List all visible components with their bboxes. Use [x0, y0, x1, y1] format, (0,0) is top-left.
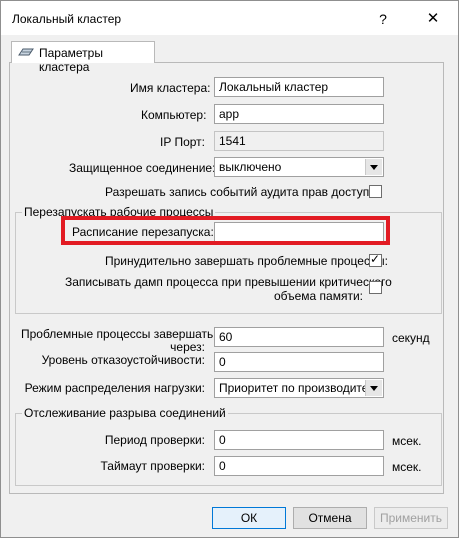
- load-balancing-select[interactable]: Приоритет по производитель: [214, 378, 384, 398]
- cancel-button[interactable]: Отмена: [293, 507, 367, 529]
- title-bar: Локальный кластер ? ✕: [1, 1, 458, 35]
- computer-input[interactable]: app: [214, 104, 384, 124]
- ok-button[interactable]: ОК: [212, 507, 286, 529]
- chevron-down-icon[interactable]: [365, 159, 382, 175]
- audit-log-label: Разрешать запись событий аудита прав дос…: [105, 185, 380, 199]
- ip-port-label: IP Порт:: [160, 135, 205, 149]
- checkmark-icon: ✓: [370, 252, 381, 266]
- secure-connection-label: Защищенное соединение:: [69, 161, 216, 175]
- close-button[interactable]: ✕: [423, 9, 443, 29]
- chevron-down-icon[interactable]: [365, 380, 382, 396]
- fault-tolerance-input[interactable]: 0: [214, 352, 384, 372]
- highlight-frame: [61, 216, 390, 245]
- load-balancing-value: Приоритет по производитель: [219, 381, 382, 395]
- secure-connection-value: выключено: [219, 160, 282, 174]
- apply-button[interactable]: Применить: [374, 507, 448, 529]
- check-period-label: Период проверки:: [104, 433, 205, 447]
- cluster-name-input[interactable]: Локальный кластер: [214, 77, 384, 97]
- dialog-window: Локальный кластер ? ✕ Параметры кластера…: [0, 0, 459, 538]
- kill-after-label-line1: Проблемные процессы завершать: [21, 327, 214, 341]
- dump-checkbox[interactable]: [369, 281, 382, 294]
- secure-connection-select[interactable]: выключено: [214, 157, 384, 177]
- kill-after-label-line2: через:: [170, 340, 205, 354]
- check-period-unit: мсек.: [392, 434, 422, 448]
- cluster-name-label: Имя кластера:: [130, 81, 211, 95]
- force-kill-checkbox[interactable]: ✓: [369, 252, 382, 267]
- cluster-icon: [18, 48, 34, 56]
- check-period-input[interactable]: 0: [214, 430, 384, 450]
- dump-label-line1: Записывать дамп процесса при превышении …: [65, 275, 392, 289]
- fault-tolerance-label: Уровень отказоустойчивости:: [41, 353, 205, 367]
- audit-log-checkbox[interactable]: [369, 185, 382, 198]
- check-timeout-label: Таймаут проверки:: [100, 459, 205, 473]
- tab-label: Параметры кластера: [39, 46, 103, 74]
- window-title: Локальный кластер: [12, 12, 122, 26]
- force-kill-label: Принудительно завершать проблемные проце…: [105, 254, 388, 268]
- monitor-group-title: Отслеживание разрыва соединений: [22, 406, 228, 420]
- ip-port-field: 1541: [214, 131, 384, 151]
- kill-after-unit: секунд: [392, 331, 430, 345]
- computer-label: Компьютер:: [141, 108, 207, 122]
- tab-cluster-parameters[interactable]: Параметры кластера: [11, 41, 155, 74]
- check-timeout-unit: мсек.: [392, 460, 422, 474]
- help-button[interactable]: ?: [373, 9, 393, 29]
- kill-after-input[interactable]: 60: [214, 327, 384, 347]
- check-timeout-input[interactable]: 0: [214, 456, 384, 476]
- load-balancing-label: Режим распределения нагрузки:: [24, 381, 205, 395]
- dump-label-line2: объема памяти:: [273, 289, 363, 303]
